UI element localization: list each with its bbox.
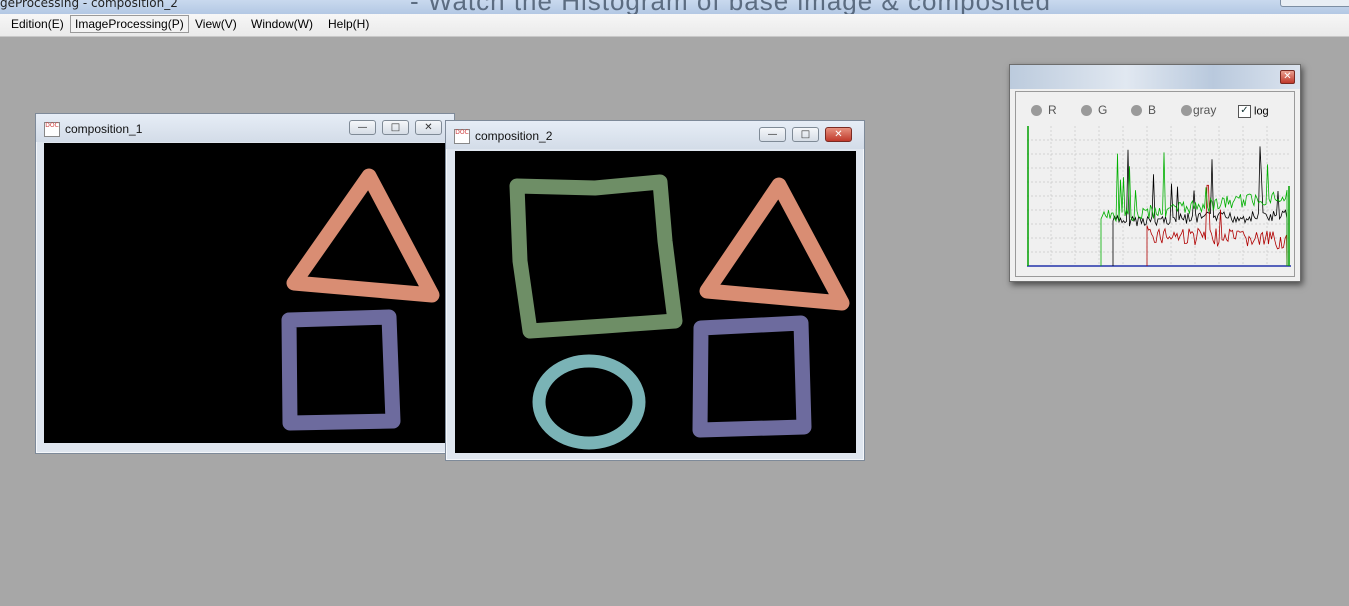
histogram-panel: R G B gray ✓ log	[1015, 91, 1295, 277]
composition-1-window: DOC composition_1 — □ ✕	[35, 113, 455, 454]
square-shape	[692, 315, 812, 438]
menu-window[interactable]: Window(W)	[247, 16, 317, 32]
radio-icon	[1131, 105, 1142, 117]
triangle-shape	[286, 168, 440, 303]
restore-button[interactable]: □	[792, 127, 819, 142]
radio-b-label: B	[1148, 103, 1157, 117]
document-icon: DOC	[454, 129, 470, 144]
menu-edition[interactable]: Edition(E)	[7, 16, 68, 32]
histogram-plot	[1027, 126, 1291, 267]
checkmark-icon: ✓	[1238, 105, 1251, 118]
log-checkbox[interactable]: ✓ log	[1238, 105, 1269, 118]
background-window-title: - Watch the Histogram of base image & co…	[410, 0, 1051, 14]
menu-bar: Edition(E) ImageProcessing(P) View(V) Wi…	[0, 14, 1349, 37]
app-title-bar: geProcessing - composition_2 - Watch the…	[0, 0, 1349, 14]
close-button[interactable]: ✕	[415, 120, 442, 135]
minimize-button[interactable]: —	[349, 120, 376, 135]
composition-2-window: DOC composition_2 — □ ✕	[445, 120, 865, 461]
composition-1-titlebar[interactable]: DOC composition_1 — □ ✕	[36, 114, 454, 142]
green-square-shape	[509, 174, 683, 339]
composition-1-drawing	[281, 168, 440, 431]
radio-icon	[1081, 105, 1092, 117]
histogram-window: ✕ R G B gray ✓ log	[1009, 64, 1301, 282]
window-controls[interactable]	[1280, 0, 1349, 7]
minimize-button[interactable]: —	[759, 127, 786, 142]
radio-gray[interactable]: gray	[1181, 103, 1216, 119]
radio-icon	[1181, 105, 1192, 117]
radio-icon	[1031, 105, 1042, 117]
composition-2-drawing	[509, 174, 850, 450]
composition-2-canvas[interactable]	[455, 151, 856, 453]
radio-gray-label: gray	[1193, 103, 1217, 117]
document-icon: DOC	[44, 122, 60, 137]
composition-2-titlebar[interactable]: DOC composition_2 — □ ✕	[446, 121, 864, 149]
histogram-close-button[interactable]: ✕	[1280, 70, 1295, 84]
square-shape	[281, 309, 401, 431]
histogram-titlebar[interactable]: ✕	[1010, 65, 1300, 89]
composition-2-title: composition_2	[475, 129, 553, 143]
radio-r-label: R	[1048, 103, 1057, 117]
menu-imageprocessing[interactable]: ImageProcessing(P)	[70, 15, 189, 33]
radio-b[interactable]: B	[1131, 103, 1156, 119]
restore-button[interactable]: □	[382, 120, 409, 135]
app-title: geProcessing - composition_2	[0, 0, 178, 10]
circle-shape	[532, 354, 646, 450]
radio-g-label: G	[1098, 103, 1108, 117]
series-black	[1112, 146, 1288, 266]
log-label: log	[1254, 105, 1269, 118]
composition-1-title: composition_1	[65, 122, 143, 136]
radio-r[interactable]: R	[1031, 103, 1057, 119]
radio-g[interactable]: G	[1081, 103, 1107, 119]
menu-help[interactable]: Help(H)	[324, 16, 373, 32]
menu-view[interactable]: View(V)	[191, 16, 241, 32]
composition-1-canvas[interactable]	[44, 143, 454, 443]
close-button[interactable]: ✕	[825, 127, 852, 142]
triangle-shape	[699, 177, 850, 311]
